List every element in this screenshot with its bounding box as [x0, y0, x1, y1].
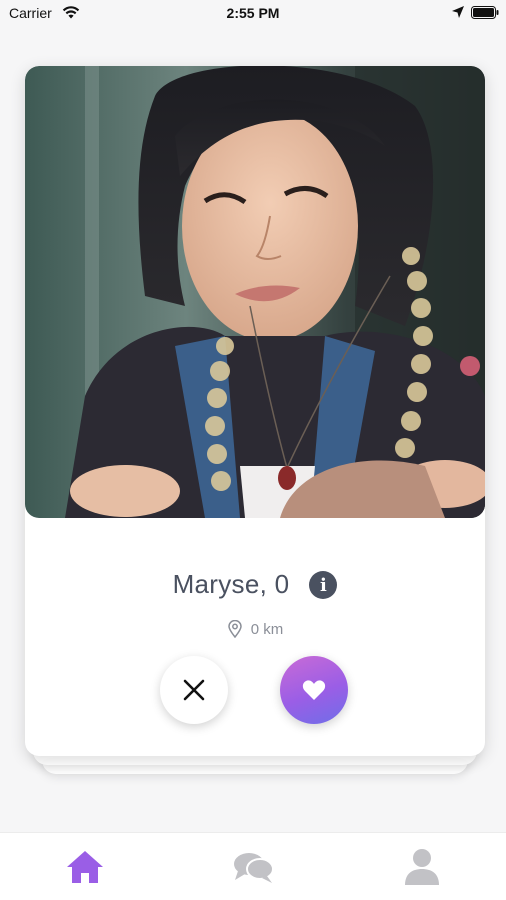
info-icon[interactable]: i: [309, 571, 338, 599]
status-bar: Carrier 2:55 PM: [0, 0, 506, 28]
user-icon: [405, 849, 439, 885]
profile-card[interactable]: Maryse, 0 i 0 km: [25, 66, 485, 756]
distance-row: 0 km: [25, 618, 485, 640]
profile-name-age: Maryse, 0: [172, 568, 290, 599]
action-buttons: [25, 656, 485, 726]
home-icon: [67, 851, 103, 883]
chat-bubbles-icon: [234, 853, 274, 883]
app-screen: Carrier 2:55 PM Maryse, 0 i 0 km: [0, 0, 506, 900]
distance-label: 0 km: [250, 620, 284, 638]
like-button[interactable]: [280, 656, 348, 724]
status-time: 2:55 PM: [226, 5, 280, 21]
location-pin-icon: [227, 620, 242, 638]
dislike-button[interactable]: [160, 656, 228, 724]
tab-home[interactable]: [63, 847, 107, 887]
bottom-tab-bar: [0, 832, 506, 900]
name-row: Maryse, 0 i: [25, 566, 485, 602]
heart-icon: [302, 680, 326, 700]
profile-photo[interactable]: [25, 66, 485, 518]
tab-chat[interactable]: [232, 847, 276, 887]
battery-icon: [471, 6, 499, 19]
tab-profile[interactable]: [400, 847, 444, 887]
close-icon: [183, 679, 205, 701]
location-arrow-icon: [452, 6, 464, 18]
